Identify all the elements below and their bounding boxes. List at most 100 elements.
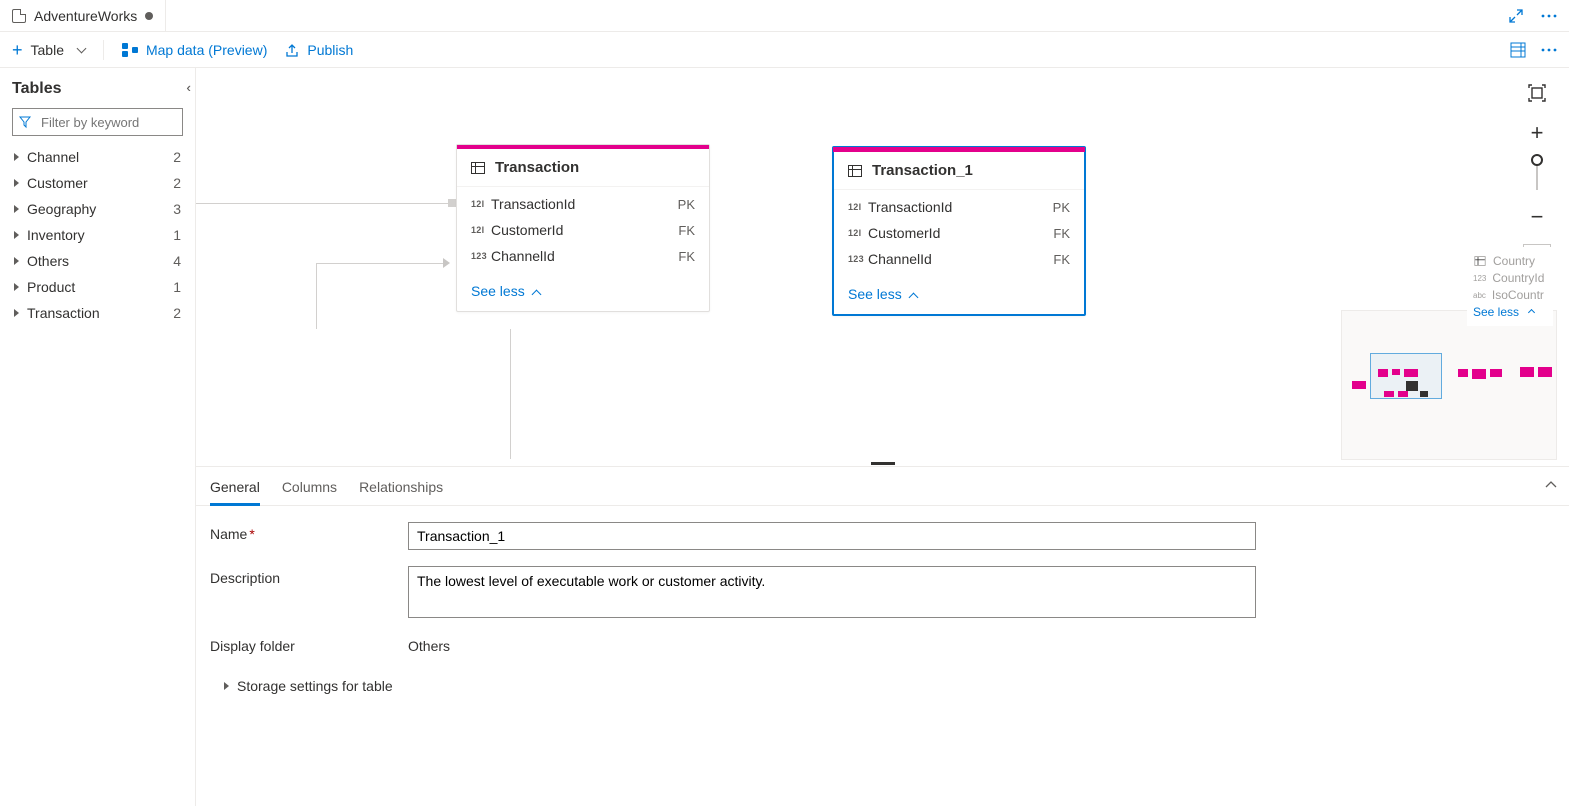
- table-icon: [848, 165, 862, 177]
- column-row[interactable]: 123ChannelIdFK: [471, 243, 695, 269]
- connector-endpoint: [448, 199, 456, 207]
- view-list-icon[interactable]: [1511, 43, 1525, 57]
- column-name: TransactionId: [868, 199, 952, 215]
- datatype-badge: 12l: [471, 225, 491, 235]
- column-row[interactable]: 12lCustomerIdFK: [471, 217, 695, 243]
- label-description: Description: [210, 566, 408, 586]
- datatype-badge: 123: [848, 254, 868, 264]
- more-icon[interactable]: [1541, 9, 1557, 23]
- sidebar-item-inventory[interactable]: Inventory 1: [8, 222, 187, 248]
- publish-label: Publish: [307, 42, 353, 58]
- datatype-badge: 12l: [471, 199, 491, 209]
- key-indicator: FK: [1053, 252, 1070, 267]
- key-indicator: PK: [678, 197, 695, 212]
- sidebar-title: Tables: [12, 80, 183, 98]
- entity-header[interactable]: Transaction_1: [834, 152, 1084, 190]
- plus-icon: +: [12, 41, 23, 59]
- table-icon: [471, 162, 485, 174]
- chevron-right-icon: [14, 179, 19, 187]
- name-input[interactable]: [408, 522, 1256, 550]
- zoom-out-button[interactable]: −: [1524, 204, 1550, 230]
- chevron-right-icon: [14, 257, 19, 265]
- tab-general[interactable]: General: [210, 473, 260, 506]
- entity-card-transaction-1[interactable]: Transaction_112lTransactionIdPK12lCustom…: [832, 146, 1086, 316]
- zoom-slider[interactable]: [1536, 160, 1538, 190]
- datatype-badge: 12l: [848, 202, 868, 212]
- entity-card-transaction[interactable]: Transaction12lTransactionIdPK12lCustomer…: [456, 144, 710, 312]
- datatype-badge: 12l: [848, 228, 868, 238]
- more-icon[interactable]: [1541, 48, 1557, 52]
- file-icon: [12, 9, 26, 23]
- tab-bar: AdventureWorks: [0, 0, 1569, 32]
- map-data-label: Map data (Preview): [146, 42, 267, 58]
- storage-settings-label: Storage settings for table: [237, 678, 393, 694]
- tree-item-label: Others: [27, 253, 69, 269]
- chevron-right-icon: [14, 205, 19, 213]
- diagram-canvas[interactable]: Transaction12lTransactionIdPK12lCustomer…: [196, 68, 1569, 466]
- display-folder-value: Others: [408, 634, 450, 654]
- connector-line: [196, 203, 452, 204]
- connector-line: [510, 329, 511, 459]
- connector-line: [316, 263, 448, 264]
- column-row[interactable]: 12lCustomerId FK: [848, 220, 1070, 246]
- toolbar: + Table Map data (Preview) Publish: [0, 32, 1569, 68]
- column-name: TransactionId: [491, 196, 575, 212]
- arrowhead-icon: [443, 258, 450, 268]
- sidebar-item-channel[interactable]: Channel2: [8, 144, 187, 170]
- tree-item-label: Transaction: [27, 305, 100, 321]
- column-row[interactable]: 12lTransactionId PK: [471, 191, 695, 217]
- toggle-minimap-button[interactable]: [1523, 244, 1551, 272]
- unsaved-dot-icon: [145, 12, 153, 20]
- column-name: CustomerId: [868, 225, 940, 241]
- new-table-label: Table: [31, 42, 64, 58]
- panel-collapse-icon[interactable]: [1545, 475, 1557, 491]
- file-tab-title: AdventureWorks: [34, 8, 137, 24]
- zoom-in-button[interactable]: +: [1524, 120, 1550, 146]
- sidebar-item-customer[interactable]: Customer2: [8, 170, 187, 196]
- expand-icon[interactable]: [1509, 9, 1523, 23]
- see-less-button[interactable]: See less: [457, 275, 709, 311]
- column-row[interactable]: 12lTransactionId PK: [848, 194, 1070, 220]
- tree-item-count: 1: [173, 279, 181, 295]
- key-indicator: PK: [1053, 200, 1070, 215]
- chevron-right-icon: [224, 682, 229, 690]
- file-tab[interactable]: AdventureWorks: [0, 0, 166, 31]
- tree-item-label: Inventory: [27, 227, 85, 243]
- publish-icon: [285, 43, 299, 57]
- filter-input[interactable]: [12, 108, 183, 136]
- new-table-button[interactable]: + Table: [12, 41, 85, 59]
- publish-button[interactable]: Publish: [285, 42, 353, 58]
- column-row[interactable]: 123ChannelIdFK: [848, 246, 1070, 272]
- description-textarea[interactable]: The lowest level of executable work or c…: [408, 566, 1256, 618]
- tab-columns[interactable]: Columns: [282, 473, 337, 505]
- tree-item-label: Geography: [27, 201, 96, 217]
- key-indicator: FK: [1053, 226, 1070, 241]
- tree-item-count: 4: [173, 253, 181, 269]
- tab-relationships[interactable]: Relationships: [359, 473, 443, 505]
- key-indicator: FK: [678, 223, 695, 238]
- properties-panel: General Columns Relationships Name* Desc…: [196, 466, 1569, 806]
- see-less-button[interactable]: See less: [834, 278, 1084, 314]
- panel-drag-handle[interactable]: [871, 462, 895, 465]
- sidebar-item-geography[interactable]: Geography3: [8, 196, 187, 222]
- tree-item-label: Channel: [27, 149, 79, 165]
- fit-to-screen-button[interactable]: [1524, 80, 1550, 106]
- sidebar-item-product[interactable]: Product 1: [8, 274, 187, 300]
- storage-settings-toggle[interactable]: Storage settings for table: [210, 670, 1555, 694]
- canvas-more-icon[interactable]: [1524, 286, 1550, 312]
- tree-item-label: Product: [27, 279, 75, 295]
- sidebar-collapse-icon[interactable]: ‹‹: [186, 80, 187, 95]
- sidebar-item-transaction[interactable]: Transaction2: [8, 300, 187, 326]
- chevron-right-icon: [14, 153, 19, 161]
- map-data-button[interactable]: Map data (Preview): [122, 42, 267, 58]
- tree-item-count: 1: [173, 227, 181, 243]
- datatype-badge: 123: [471, 251, 491, 261]
- minimap[interactable]: [1341, 310, 1557, 460]
- label-name: Name*: [210, 522, 408, 542]
- sidebar-item-others[interactable]: Others 4: [8, 248, 187, 274]
- entity-header[interactable]: Transaction: [457, 149, 709, 187]
- entity-title: Transaction: [495, 159, 579, 176]
- sidebar: Tables ‹‹ Channel2Customer2Geography3Inv…: [0, 68, 196, 806]
- key-indicator: FK: [678, 249, 695, 264]
- map-data-icon: [122, 43, 138, 57]
